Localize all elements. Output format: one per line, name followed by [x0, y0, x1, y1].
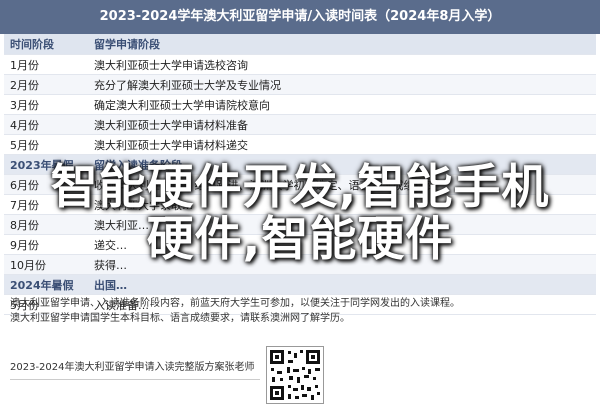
header-col-time: 时间阶段 — [10, 38, 54, 51]
note-line: 澳大利亚留学申请国学生本科目标、语言成绩要求，请联系澳洲网了解学历。 — [10, 313, 350, 324]
page-title: 2023-2024学年澳大利亚留学申请/入读时间表（2024年8月入学） — [0, 0, 600, 34]
table-header: 时间阶段 留学申请阶段 — [4, 34, 596, 55]
cell-stage: 澳大利亚硕士大学申请选校咨询 — [94, 58, 248, 72]
qr-code-icon — [266, 346, 324, 404]
footer-text: 2023-2024年澳大利亚留学申请入读完整版方案张老师 — [10, 362, 255, 373]
header-col-stage: 留学申请阶段 — [94, 38, 160, 51]
cell-stage: 充分了解澳大利亚硕士大学及专业情况 — [94, 78, 281, 92]
cell-time: 4月份 — [10, 118, 39, 132]
cell-time: 3月份 — [10, 98, 39, 112]
cell-time: 2月份 — [10, 78, 39, 92]
cell-stage: 澳大利亚硕士大学申请材料递交 — [94, 138, 248, 152]
document-page: 2023-2024学年澳大利亚留学申请/入读时间表（2024年8月入学） 时间阶… — [0, 0, 600, 417]
cell-stage: 出国… — [94, 278, 127, 292]
table-row: 5月份 澳大利亚硕士大学申请材料递交 — [4, 135, 596, 155]
cell-time: 2024年暑假 — [10, 278, 74, 292]
overlay-headline: 智能硬件开发,智能手机 — [50, 160, 550, 215]
table-row: 2月份 充分了解澳大利亚硕士大学及专业情况 — [4, 75, 596, 95]
cell-stage: 澳大利亚硕士大学申请材料准备 — [94, 118, 248, 132]
table-row: 1月份 澳大利亚硕士大学申请选校咨询 — [4, 55, 596, 75]
table-row: 4月份 澳大利亚硕士大学申请材料准备 — [4, 115, 596, 135]
table-section-row: 2024年暑假 出国… — [4, 275, 596, 295]
divider — [10, 379, 260, 380]
cell-time: 5月份 — [10, 138, 39, 152]
table-row: 3月份 确定澳大利亚硕士大学申请院校意向 — [4, 95, 596, 115]
note-line: 澳大利亚留学申请、入读准备阶段内容，前蓝天府大学生可参加，以便关注于同学网发出的… — [10, 298, 460, 309]
cell-time: 1月份 — [10, 58, 39, 72]
overlay-headline-secondary: 硬件,智能硬件 — [146, 212, 454, 267]
cell-stage: 确定澳大利亚硕士大学申请院校意向 — [94, 98, 270, 112]
